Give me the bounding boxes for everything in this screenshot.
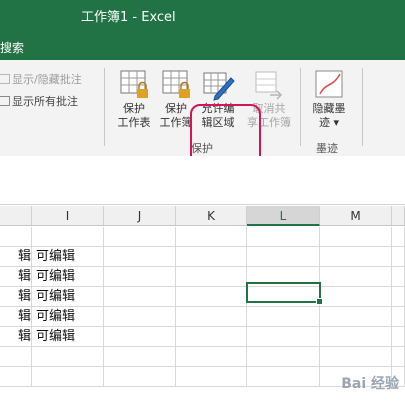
column-header[interactable] (392, 206, 405, 226)
grid-cell[interactable] (247, 367, 320, 387)
grid-cell[interactable] (392, 307, 405, 327)
grid-cell[interactable]: 辑 (0, 307, 32, 327)
grid-cell[interactable] (320, 267, 392, 287)
comment-icon (0, 74, 10, 84)
grid-cell[interactable]: 可编辑 (32, 307, 104, 327)
edit-ranges-icon (203, 72, 235, 101)
hide-ink-button[interactable]: 隐藏墨 迹 ▾ (306, 68, 352, 130)
grid-cell[interactable] (392, 247, 405, 267)
protect-sheet-label-1: 保护 (123, 102, 145, 115)
grid-cell[interactable] (320, 327, 392, 347)
grid-cell[interactable] (392, 287, 405, 307)
column-header-i[interactable]: I (32, 206, 104, 226)
show-hide-comment-label: 显示/隐藏批注 (12, 73, 82, 86)
grid-cell[interactable] (392, 227, 405, 247)
review-ribbon: 显示/隐藏批注 显示所有批注 保护 工作表 保护 工作簿 允许编 辑区域 取消共… (0, 60, 405, 208)
share-workbook-icon (255, 71, 283, 100)
grid-cell[interactable]: 可编辑 (32, 327, 104, 347)
grid-cell[interactable] (104, 287, 176, 307)
grid-cell[interactable] (176, 227, 247, 247)
ink-icon (315, 70, 343, 98)
grid-cell[interactable] (247, 307, 320, 327)
grid-cell[interactable] (32, 347, 104, 367)
grid-cell[interactable] (176, 327, 247, 347)
comments-icon (0, 96, 10, 106)
active-cell-l[interactable] (246, 282, 323, 305)
hide-ink-label-2: 迹 ▾ (318, 116, 340, 129)
grid-cell[interactable] (176, 267, 247, 287)
grid-cell[interactable] (0, 347, 32, 367)
column-header[interactable] (0, 206, 32, 226)
grid-cell[interactable] (247, 327, 320, 347)
grid-cell[interactable] (247, 247, 320, 267)
grid-cell[interactable] (320, 247, 392, 267)
grid-cell[interactable] (176, 247, 247, 267)
grid-cell[interactable]: 辑 (0, 267, 32, 287)
grid-cell[interactable] (247, 347, 320, 367)
grid-cell[interactable] (104, 347, 176, 367)
show-all-comments-label: 显示所有批注 (12, 95, 78, 108)
grid-cell[interactable] (176, 367, 247, 387)
grid-cell[interactable]: 可编辑 (32, 247, 104, 267)
fill-handle[interactable] (316, 298, 323, 305)
grid-cell[interactable] (320, 347, 392, 367)
column-header-l[interactable]: L (247, 206, 320, 226)
grid-cell[interactable]: 辑 (0, 287, 32, 307)
group-separator (300, 68, 301, 146)
formula-bar-area (0, 156, 405, 205)
grid-cell[interactable] (0, 367, 32, 387)
grid-cell[interactable] (176, 307, 247, 327)
grid-cell[interactable] (104, 227, 176, 247)
grid-cell[interactable]: 可编辑 (32, 267, 104, 287)
grid-cell[interactable] (104, 327, 176, 347)
grid-cell[interactable] (320, 307, 392, 327)
column-header-k[interactable]: K (176, 206, 247, 226)
show-all-comments-button[interactable]: 显示所有批注 (0, 93, 78, 109)
grid-cell[interactable] (32, 227, 104, 247)
group-separator (362, 68, 363, 146)
grid-cell[interactable]: 辑 (0, 327, 32, 347)
grid-cell[interactable] (32, 367, 104, 387)
hide-ink-label-1: 隐藏墨 (312, 102, 346, 115)
column-header-j[interactable]: J (104, 206, 176, 226)
title-bar: 工作簿1 - Excel (0, 0, 405, 34)
column-header-m[interactable]: M (320, 206, 392, 226)
window-title: 工作簿1 - Excel (81, 10, 176, 25)
grid-cell[interactable] (392, 267, 405, 287)
show-hide-comment-button[interactable]: 显示/隐藏批注 (0, 71, 82, 87)
protect-sheet-button[interactable]: 保护 工作表 (112, 68, 156, 130)
protect-sheet-label-2: 工作表 (117, 116, 151, 129)
ink-group-label: 墨迹 (316, 142, 338, 155)
grid-cell[interactable] (104, 307, 176, 327)
grid-cell[interactable] (104, 267, 176, 287)
group-separator (104, 68, 105, 146)
grid-cell[interactable] (392, 347, 405, 367)
watermark: Bai 经验 (341, 376, 399, 392)
grid-cell[interactable] (320, 227, 392, 247)
grid-cell[interactable] (392, 327, 405, 347)
grid-cell[interactable] (176, 287, 247, 307)
grid-cell[interactable] (104, 247, 176, 267)
protect-sheet-icon (120, 70, 148, 98)
protect-workbook-icon (162, 70, 190, 98)
search-box[interactable]: 搜索 (0, 39, 24, 56)
worksheet: I J K L M 辑可编辑辑可编辑辑可编辑辑可编辑辑可编辑 Bai 经验 (0, 156, 405, 401)
grid-cell[interactable] (0, 227, 32, 247)
grid-cell[interactable] (104, 367, 176, 387)
grid-cell[interactable] (176, 347, 247, 367)
grid-cell[interactable] (320, 287, 392, 307)
grid-cell[interactable] (247, 227, 320, 247)
grid-cell[interactable]: 可编辑 (32, 287, 104, 307)
grid-cell[interactable]: 辑 (0, 247, 32, 267)
ribbon-tab-bar: 搜索 (0, 34, 405, 60)
